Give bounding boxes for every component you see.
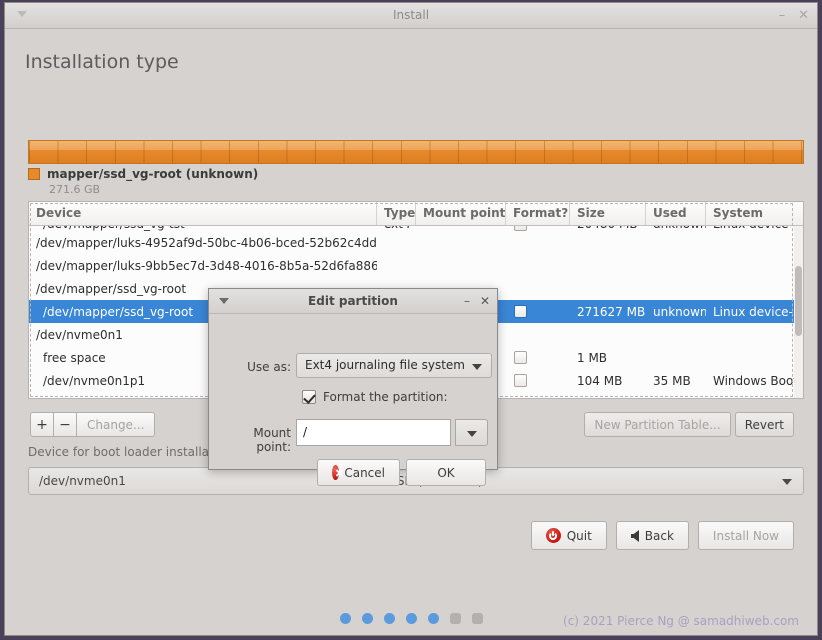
progress-dot: [471, 613, 483, 624]
quit-button-label: Quit: [566, 528, 592, 543]
table-scrollbar-vertical[interactable]: [794, 226, 803, 398]
format-partition-label: Format the partition:: [323, 390, 448, 404]
dialog-titlebar: Edit partition – ✕: [209, 289, 497, 314]
table-tools-group: New Partition Table... Revert: [584, 412, 794, 437]
page-title: Installation type: [25, 51, 179, 73]
chevron-down-icon: [467, 431, 477, 437]
bootloader-label: Device for boot loader installation:: [28, 445, 237, 459]
cell-system: Linux device-ma: [706, 226, 796, 231]
legend-label: mapper/ssd_vg-root (unknown): [47, 167, 259, 181]
column-header-format[interactable]: Format?: [506, 202, 570, 225]
format-checkbox[interactable]: [514, 305, 527, 318]
progress-dot: [405, 613, 417, 624]
cell-format[interactable]: [506, 374, 570, 387]
cell-format[interactable]: [506, 351, 570, 364]
cell-format[interactable]: [506, 226, 570, 231]
chevron-down-icon: [782, 479, 792, 485]
dialog-window-controls: – ✕: [464, 289, 490, 313]
use-as-value: Ext4 journaling file system: [305, 358, 465, 372]
revert-button[interactable]: Revert: [734, 412, 794, 437]
legend-row: mapper/ssd_vg-root (unknown): [28, 167, 258, 181]
partition-action-group: + − Change...: [30, 412, 156, 437]
column-header-device[interactable]: Device: [29, 202, 377, 225]
dialog-ok-button[interactable]: OK: [406, 459, 486, 486]
quit-button[interactable]: Quit: [530, 521, 607, 550]
window-content: Installation type mapper/ssd_vg-root (un…: [5, 29, 817, 635]
partition-legend: mapper/ssd_vg-root (unknown) 271.6 GB: [28, 167, 258, 196]
column-header-mount[interactable]: Mount point: [416, 202, 506, 225]
install-now-button[interactable]: Install Now: [697, 521, 794, 550]
cell-format[interactable]: [506, 305, 570, 318]
cell-system: Windows Boot M: [713, 373, 796, 388]
window-controls: – ✕: [779, 3, 809, 28]
progress-dot: [427, 613, 439, 624]
column-header-system[interactable]: System: [706, 202, 796, 225]
dialog-title: Edit partition: [308, 294, 398, 308]
mount-point-label: Mount point:: [253, 426, 291, 454]
cell-used: 35 MB: [653, 373, 691, 388]
legend-size: 271.6 GB: [49, 183, 101, 196]
cell-device: /dev/mapper/luks-9bb5ec7d-3d48-4016-8b5a…: [36, 258, 377, 273]
edit-partition-dialog: Edit partition – ✕ Use as: Ext4 journali…: [208, 288, 498, 486]
installer-window: Install – ✕ Installation type mapper/ssd…: [4, 2, 818, 636]
wizard-button-group: Quit Back Install Now: [530, 521, 794, 550]
use-as-label: Use as:: [247, 360, 291, 374]
error-circle-icon: [332, 465, 340, 480]
column-header-type[interactable]: Type: [377, 202, 416, 225]
cell-system: Linux device-ma: [713, 304, 796, 319]
scrollbar-thumb[interactable]: [795, 266, 802, 336]
progress-dot: [383, 613, 395, 624]
dialog-cancel-label: Cancel: [344, 465, 385, 480]
change-partition-button[interactable]: Change...: [76, 412, 156, 437]
format-checkbox[interactable]: [514, 374, 527, 387]
minimize-button[interactable]: –: [779, 9, 786, 22]
cell-device: /dev/mapper/luks-4952af9d-50bc-4b06-bced…: [36, 235, 377, 250]
format-partition-row[interactable]: Format the partition:: [302, 390, 448, 404]
close-button[interactable]: ✕: [798, 9, 809, 22]
legend-color-swatch: [28, 168, 40, 180]
partition-bar-ticks: [29, 141, 803, 163]
dialog-body: Use as: Ext4 journaling file system Form…: [209, 314, 497, 486]
mount-point-input[interactable]: /: [296, 419, 451, 446]
footer-credit: (c) 2021 Pierce Ng @ samadhiweb.com: [563, 614, 799, 628]
column-header-size[interactable]: Size: [570, 202, 646, 225]
format-checkbox[interactable]: [514, 351, 527, 364]
format-checkbox[interactable]: [514, 226, 527, 231]
window-titlebar: Install – ✕: [5, 3, 817, 29]
dialog-cancel-button[interactable]: Cancel: [317, 459, 400, 486]
use-as-select[interactable]: Ext4 journaling file system: [296, 353, 492, 378]
mount-point-dropdown-button[interactable]: [455, 419, 488, 446]
cell-type: ext4: [377, 226, 416, 231]
dialog-close-button[interactable]: ✕: [480, 295, 490, 307]
progress-dot: [339, 613, 351, 624]
power-off-icon: [545, 528, 561, 543]
format-partition-checkbox[interactable]: [302, 390, 316, 404]
mount-point-value: /: [303, 425, 308, 439]
dialog-action-buttons: Cancel OK: [317, 459, 486, 486]
cell-size: 1 MB: [577, 350, 608, 365]
cell-size: 104 MB: [577, 373, 623, 388]
cell-size: 20480 MB: [570, 226, 646, 231]
table-row[interactable]: /dev/mapper/luks-4952af9d-50bc-4b06-bced…: [29, 231, 803, 254]
cell-device: /dev/mapper/ssd_vg-tst: [29, 226, 377, 231]
cell-size: 271627 MB: [577, 304, 646, 319]
arrow-left-icon: [630, 529, 639, 542]
progress-dot: [361, 613, 373, 624]
add-partition-button[interactable]: +: [30, 412, 54, 437]
new-partition-table-button[interactable]: New Partition Table...: [584, 412, 731, 437]
cell-used: unknown: [646, 226, 706, 231]
table-row[interactable]: /dev/mapper/luks-9bb5ec7d-3d48-4016-8b5a…: [29, 254, 803, 277]
partition-usage-bar: [28, 140, 804, 164]
table-header-row: Device Type Mount point Format? Size Use…: [29, 202, 803, 226]
back-button-label: Back: [644, 528, 674, 543]
chevron-down-icon: [472, 364, 482, 370]
dialog-minimize-button[interactable]: –: [464, 295, 470, 307]
window-title: Install: [392, 8, 430, 22]
remove-partition-button[interactable]: −: [53, 412, 77, 437]
back-button[interactable]: Back: [615, 521, 689, 550]
cell-used: unknown: [653, 304, 706, 319]
screen-root: Install – ✕ Installation type mapper/ssd…: [0, 0, 822, 640]
column-header-used[interactable]: Used: [646, 202, 706, 225]
progress-dot: [449, 613, 461, 624]
